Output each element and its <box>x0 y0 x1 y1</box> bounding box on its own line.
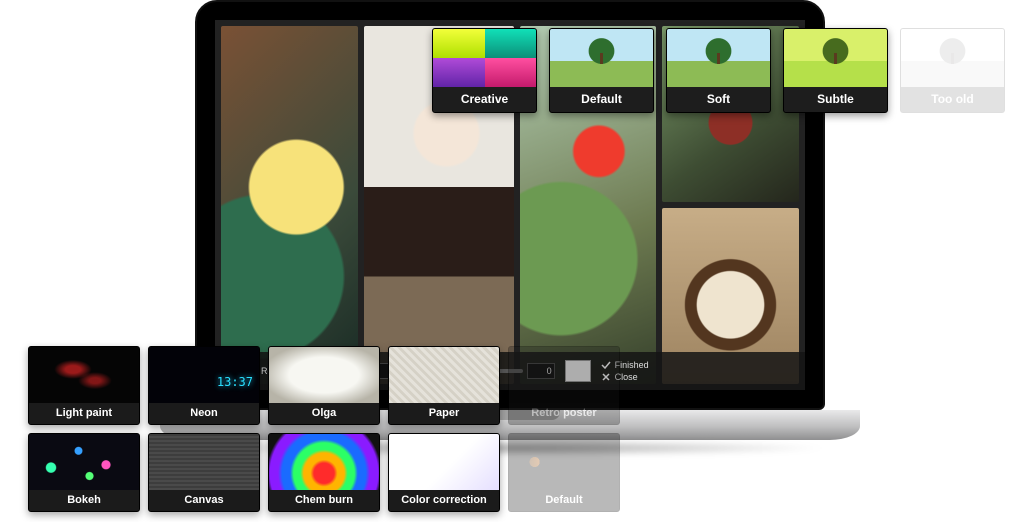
filter-thumb-chem-burn[interactable]: Chem burn <box>268 433 380 512</box>
filter-label: Olga <box>269 403 379 424</box>
filter-thumb-paper[interactable]: Paper <box>388 346 500 425</box>
filter-label: Paper <box>389 403 499 424</box>
filter-label: Retro poster <box>509 403 619 424</box>
filter-preview <box>667 29 770 87</box>
filter-preview <box>269 347 379 403</box>
filter-thumb-too-old[interactable]: Too old <box>900 28 1005 113</box>
filter-label: Chem burn <box>269 490 379 511</box>
filter-thumb-default[interactable]: Default <box>549 28 654 113</box>
filter-preview <box>389 347 499 403</box>
filter-thumb-light-paint[interactable]: Light paint <box>28 346 140 425</box>
filter-preview <box>509 434 619 490</box>
filter-label: Soft <box>667 87 770 112</box>
filter-label: Subtle <box>784 87 887 112</box>
bottom-filter-rows: Light paint Neon Olga Paper Retro poster… <box>28 346 620 512</box>
filter-label: Default <box>550 87 653 112</box>
filter-thumb-soft[interactable]: Soft <box>666 28 771 113</box>
filter-label: Too old <box>901 87 1004 112</box>
filter-label: Bokeh <box>29 490 139 511</box>
collage-photo <box>221 26 358 384</box>
filter-preview <box>433 29 536 87</box>
filter-preview <box>29 347 139 403</box>
filter-thumb-olga[interactable]: Olga <box>268 346 380 425</box>
filter-preview <box>550 29 653 87</box>
filter-preview <box>901 29 1004 87</box>
filter-thumb-retro-poster[interactable]: Retro poster <box>508 346 620 425</box>
filter-thumb-canvas[interactable]: Canvas <box>148 433 260 512</box>
filter-thumb-neon[interactable]: Neon <box>148 346 260 425</box>
bottom-filter-row-2: Bokeh Canvas Chem burn Color correction … <box>28 433 620 512</box>
filter-label: Canvas <box>149 490 259 511</box>
filter-preview <box>149 434 259 490</box>
filter-preview <box>784 29 887 87</box>
bottom-filter-row-1: Light paint Neon Olga Paper Retro poster <box>28 346 620 425</box>
filter-preview <box>269 434 379 490</box>
filter-preview <box>29 434 139 490</box>
filter-label: Color correction <box>389 490 499 511</box>
top-filter-row: Creative Default Soft Subtle Too old <box>432 28 1005 113</box>
filter-thumb-default[interactable]: Default <box>508 433 620 512</box>
filter-preview <box>389 434 499 490</box>
filter-thumb-color-correction[interactable]: Color correction <box>388 433 500 512</box>
filter-thumb-creative[interactable]: Creative <box>432 28 537 113</box>
filter-thumb-subtle[interactable]: Subtle <box>783 28 888 113</box>
filter-label: Neon <box>149 403 259 424</box>
filter-preview <box>509 347 619 403</box>
filter-preview <box>149 347 259 403</box>
filter-label: Creative <box>433 87 536 112</box>
filter-thumb-bokeh[interactable]: Bokeh <box>28 433 140 512</box>
filter-label: Light paint <box>29 403 139 424</box>
filter-label: Default <box>509 490 619 511</box>
